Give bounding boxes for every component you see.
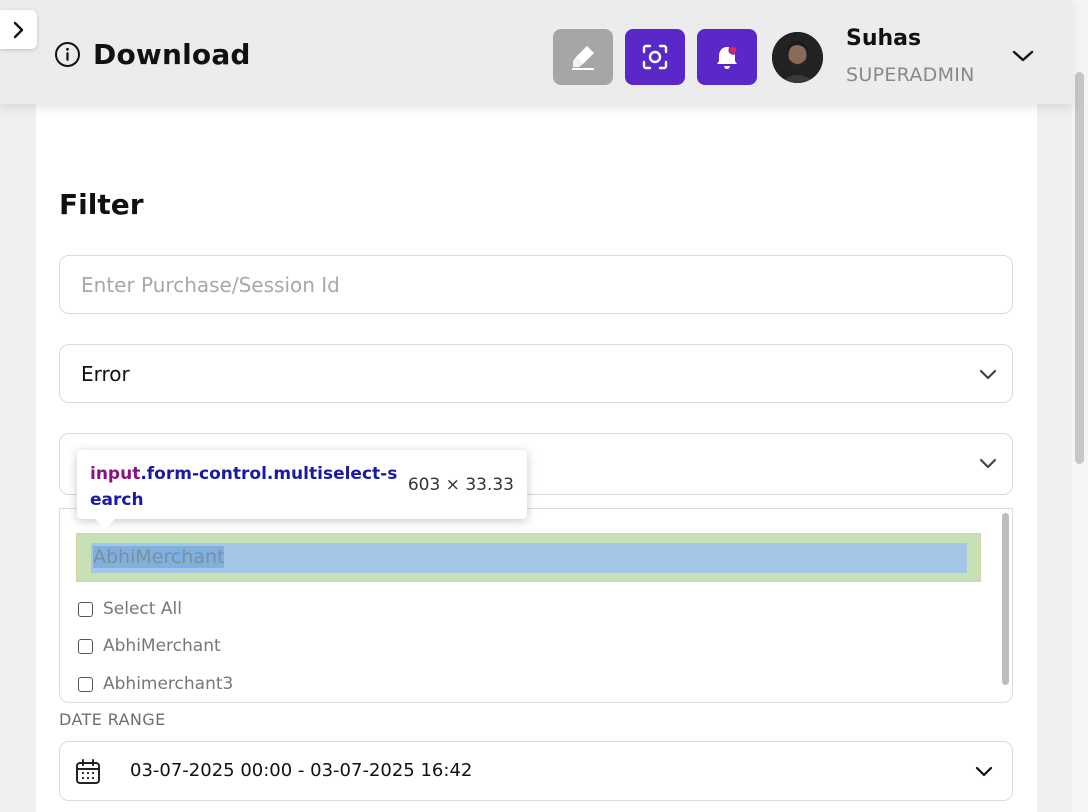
user-role: SUPERADMIN [846,64,975,86]
user-name: Suhas [846,26,922,51]
dropdown-scrollbar[interactable] [1002,513,1009,685]
page-title-group: Download [54,38,251,71]
inspector-tooltip: input.form-control.multiselect-search 60… [77,450,527,529]
chevron-down-icon [979,458,997,469]
purchase-session-input[interactable]: Enter Purchase/Session Id [59,255,1013,314]
clear-highlight-button[interactable] [553,29,613,85]
top-header: Download Suhas SUPERADMIN [0,0,1072,104]
calendar-icon [76,759,100,784]
option-label: Select All [103,599,182,619]
purchase-session-placeholder: Enter Purchase/Session Id [81,273,340,297]
option-abhimerchant3[interactable]: Abhimerchant3 [78,674,233,694]
user-photo-icon [772,32,823,83]
avatar[interactable] [772,32,823,83]
option-abhimerchant[interactable]: AbhiMerchant [78,636,221,656]
type-select-value: Error [81,362,130,386]
bell-icon [717,45,738,69]
screenshot-button[interactable] [625,29,685,85]
tooltip-dimensions: 603 × 33.33 [407,475,514,495]
tooltip-selector: input.form-control.multiselect-search [90,461,400,513]
option-label: AbhiMerchant [103,636,221,656]
page-scrollbar-thumb[interactable] [1075,72,1084,464]
page-title: Download [93,38,251,71]
highlighter-icon [572,46,594,70]
checkbox[interactable] [78,676,93,692]
date-range-value: 03-07-2025 00:00 - 03-07-2025 16:42 [130,760,473,781]
option-label: Abhimerchant3 [103,674,234,694]
multiselect-search-value: AbhiMerchant [93,546,225,568]
tooltip-tag: input [90,464,141,484]
chevron-down-icon [979,369,997,380]
sidebar-toggle-button[interactable] [0,10,37,49]
chevron-right-icon [13,21,23,38]
multiselect-search-input[interactable]: AbhiMerchant [91,543,967,573]
type-select[interactable]: Error [59,344,1013,403]
multiselect-search-highlight: AbhiMerchant [76,533,981,582]
checkbox[interactable] [78,638,93,654]
option-select-all[interactable]: Select All [78,599,182,619]
date-range-picker[interactable]: 03-07-2025 00:00 - 03-07-2025 16:42 [59,741,1013,801]
checkbox[interactable] [78,601,93,617]
chevron-down-icon [975,766,993,777]
chevron-down-icon[interactable] [1011,46,1035,66]
date-range-label: DATE RANGE [59,710,166,729]
capture-focus-icon [642,44,668,70]
notifications-button[interactable] [697,29,757,85]
merchant-dropdown-menu: AbhiMerchant Select All AbhiMerchant Abh… [59,508,1013,703]
filter-title: Filter [59,188,144,221]
info-icon[interactable] [54,41,81,68]
